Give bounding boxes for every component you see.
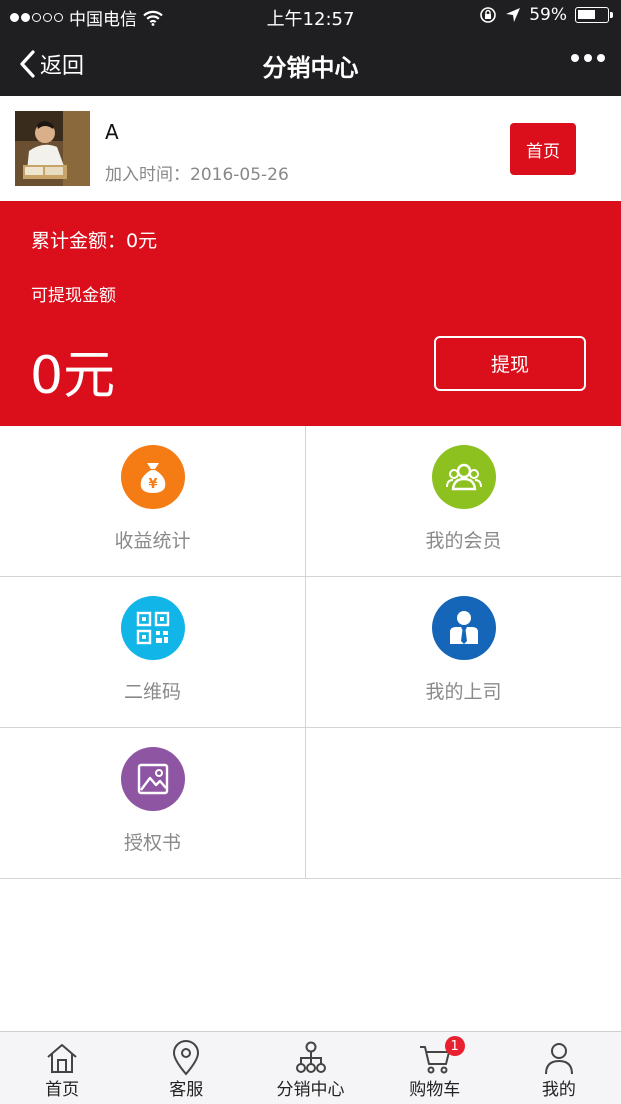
menu-item-my-members[interactable]: 我的会员 [305, 426, 621, 577]
withdrawable-label: 可提现金额 [31, 286, 116, 306]
money-bag-icon: ¥ [120, 445, 185, 509]
menu-empty-cell [305, 728, 621, 879]
location-pin-icon [173, 1040, 200, 1076]
tab-cart[interactable]: 1 购物车 [373, 1032, 497, 1104]
earnings-panel: 累计金额：0元 可提现金额 0元 提现 [0, 201, 621, 426]
menu-label: 二维码 [123, 681, 181, 703]
withdrawable-amount: 0元 [30, 346, 116, 406]
tab-label: 我的 [541, 1080, 576, 1100]
tab-home[interactable]: 首页 [0, 1032, 124, 1104]
user-icon [544, 1043, 573, 1075]
tab-label: 分销中心 [276, 1080, 345, 1100]
tab-label: 购物车 [409, 1080, 461, 1100]
battery-icon [575, 7, 613, 23]
qr-code-icon [120, 596, 185, 660]
profile-card: A 加入时间：2016-05-26 首页 [0, 96, 621, 201]
menu-label: 收益统计 [114, 530, 191, 552]
members-icon [431, 445, 496, 509]
chevron-left-icon [20, 50, 35, 78]
network-icon [295, 1041, 326, 1073]
join-time: 加入时间：2016-05-26 [105, 165, 289, 185]
back-label: 返回 [40, 54, 85, 79]
rotation-lock-icon [480, 7, 497, 23]
back-button[interactable]: 返回 [18, 48, 84, 80]
more-options-icon[interactable] [571, 54, 605, 62]
menu-label: 我的会员 [425, 530, 502, 552]
menu-item-my-superior[interactable]: 我的上司 [305, 577, 621, 728]
menu-label: 授权书 [123, 832, 181, 854]
status-right: 59% [479, 5, 613, 25]
menu-item-qr-code[interactable]: 二维码 [0, 577, 305, 728]
certificate-icon [120, 747, 185, 811]
menu-label: 我的上司 [425, 681, 502, 703]
user-name: A [105, 120, 119, 144]
tab-label: 客服 [169, 1080, 204, 1100]
tab-bar: 首页 客服 分销中心 1 购物车 我的 [0, 1031, 621, 1104]
nav-bar: 返回 分销中心 [0, 32, 621, 96]
tab-distribution-center[interactable]: 分销中心 [248, 1032, 372, 1104]
superior-icon [431, 596, 496, 660]
status-bar: 中国电信 上午12:57 59% [0, 0, 621, 32]
tab-me[interactable]: 我的 [497, 1032, 621, 1104]
avatar [15, 111, 90, 186]
home-icon [47, 1044, 77, 1073]
total-amount: 累计金额：0元 [31, 230, 158, 252]
menu-item-authorization[interactable]: 授权书 [0, 728, 305, 879]
battery-percent: 59% [529, 5, 567, 25]
withdraw-button[interactable]: 提现 [434, 336, 586, 391]
svg-text:¥: ¥ [148, 477, 157, 492]
cart-badge: 1 [444, 1036, 465, 1056]
tab-customer-service[interactable]: 客服 [124, 1032, 248, 1104]
tab-label: 首页 [45, 1080, 80, 1100]
page-title: 分销中心 [262, 54, 359, 82]
home-button[interactable]: 首页 [510, 123, 576, 175]
menu-item-earnings-stats[interactable]: ¥ 收益统计 [0, 426, 305, 577]
location-arrow-icon [506, 8, 521, 22]
